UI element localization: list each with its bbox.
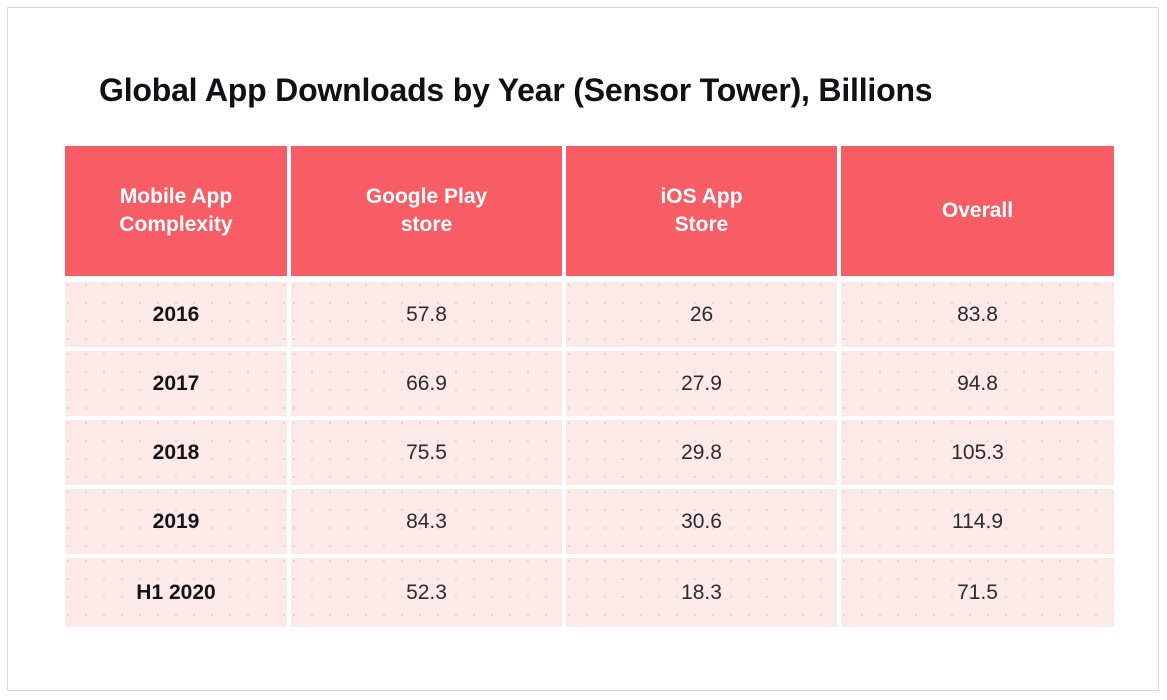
page-frame: Global App Downloads by Year (Sensor Tow… [7,7,1159,691]
cell-overall-2016: 83.8 [841,282,1114,351]
cell-overall-h1-2020: 71.5 [841,558,1114,627]
column-header-ios-app-store: iOS App Store [566,146,841,282]
app-downloads-table: Mobile App Complexity Google Play store … [65,146,1114,627]
column-header-overall: Overall [841,146,1114,282]
row-label-2017: 2017 [65,351,291,420]
table-header: Mobile App Complexity Google Play store … [65,146,1114,282]
cell-google-play-2017: 66.9 [291,351,566,420]
cell-google-play-h1-2020: 52.3 [291,558,566,627]
table-row: 2016 57.8 26 83.8 [65,282,1114,351]
header-line-2: Complexity [119,213,233,236]
cell-google-play-2019: 84.3 [291,489,566,558]
table-body: 2016 57.8 26 83.8 2017 66.9 27.9 94.8 20… [65,282,1114,627]
page-title: Global App Downloads by Year (Sensor Tow… [99,72,933,109]
table-header-row: Mobile App Complexity Google Play store … [65,146,1114,282]
cell-ios-app-store-2017: 27.9 [566,351,841,420]
header-line-1: Overall [941,199,1014,222]
column-header-google-play-store: Google Play store [291,146,566,282]
table-row: H1 2020 52.3 18.3 71.5 [65,558,1114,627]
row-label-2016: 2016 [65,282,291,351]
column-header-mobile-app-complexity: Mobile App Complexity [65,146,291,282]
header-line-2: Store [674,213,729,236]
cell-ios-app-store-2018: 29.8 [566,420,841,489]
cell-overall-2018: 105.3 [841,420,1114,489]
table-row: 2017 66.9 27.9 94.8 [65,351,1114,420]
row-label-2018: 2018 [65,420,291,489]
row-label-h1-2020: H1 2020 [65,558,291,627]
cell-overall-2019: 114.9 [841,489,1114,558]
header-line-1: Mobile App [119,185,233,208]
table-row: 2018 75.5 29.8 105.3 [65,420,1114,489]
cell-overall-2017: 94.8 [841,351,1114,420]
header-line-1: Google Play [365,185,488,208]
row-label-2019: 2019 [65,489,291,558]
cell-ios-app-store-2016: 26 [566,282,841,351]
header-line-2: store [400,213,453,236]
cell-google-play-2016: 57.8 [291,282,566,351]
cell-google-play-2018: 75.5 [291,420,566,489]
cell-ios-app-store-h1-2020: 18.3 [566,558,841,627]
table-row: 2019 84.3 30.6 114.9 [65,489,1114,558]
cell-ios-app-store-2019: 30.6 [566,489,841,558]
header-line-1: iOS App [660,185,743,208]
